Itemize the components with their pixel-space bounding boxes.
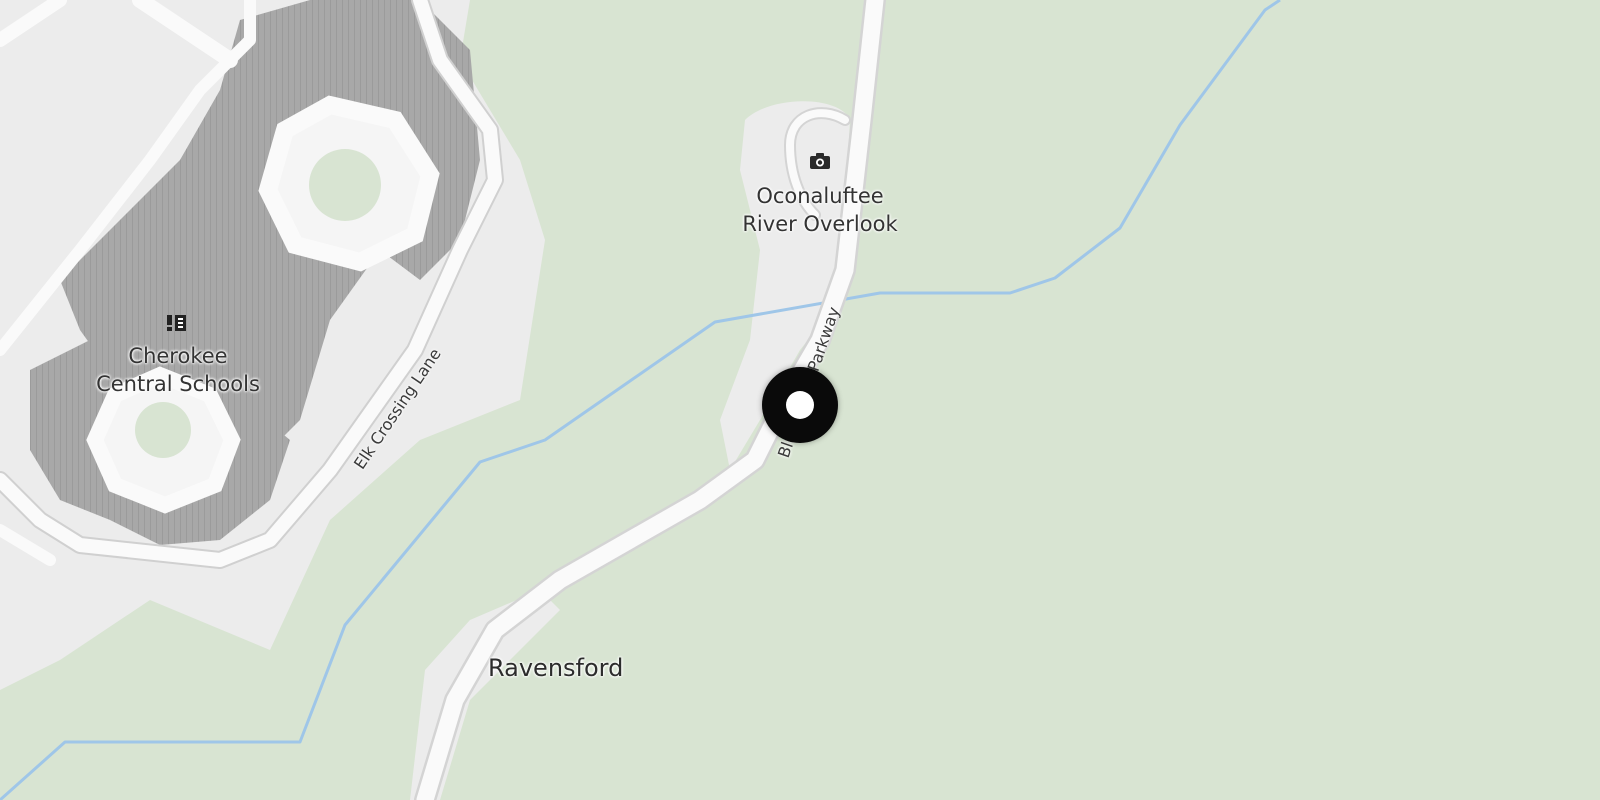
overlook-label-line1: Oconaluftee — [756, 184, 884, 208]
camera-icon[interactable] — [809, 152, 833, 176]
location-pin-icon[interactable] — [762, 367, 838, 443]
place-label-ravensford: Ravensford — [488, 654, 624, 682]
school-label[interactable]: Cherokee Central Schools — [88, 342, 268, 398]
camera-icon-glyph — [810, 153, 830, 169]
school-icon-glyph — [167, 315, 186, 331]
courtyard-north-center — [309, 149, 381, 221]
school-label-line2: Central Schools — [96, 372, 260, 396]
school-label-line1: Cherokee — [128, 344, 228, 368]
location-pin-center — [786, 391, 814, 419]
overlook-label[interactable]: Oconaluftee River Overlook — [730, 182, 910, 238]
courtyard-south-center — [135, 402, 191, 458]
overlook-label-line2: River Overlook — [742, 212, 898, 236]
map-view[interactable]: Cherokee Central Schools Oconaluftee Riv… — [0, 0, 1600, 800]
school-icon[interactable] — [166, 312, 190, 336]
